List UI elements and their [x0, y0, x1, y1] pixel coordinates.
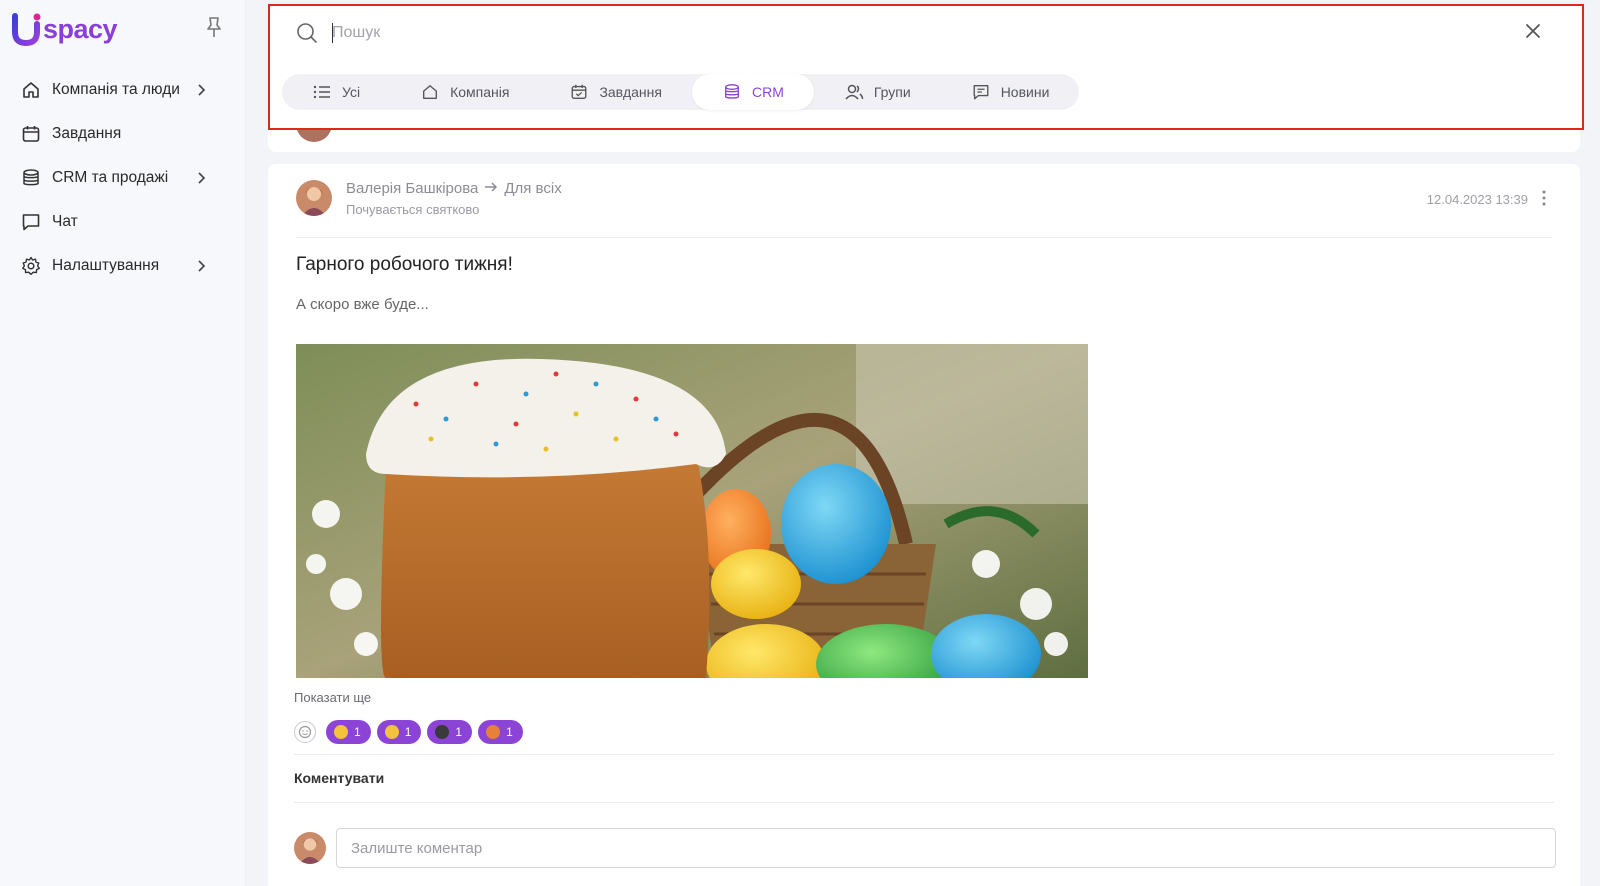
reaction-chip[interactable]: 1 — [326, 720, 371, 744]
tab-crm[interactable]: CRM — [691, 74, 814, 110]
sidebar-item-label: Налаштування — [52, 257, 160, 274]
sidebar-item-crm[interactable]: CRM та продажі — [0, 156, 246, 200]
database-icon — [722, 83, 742, 101]
sidebar-item-label: Завдання — [52, 125, 122, 142]
sidebar-item-company[interactable]: Компанія та люди — [0, 68, 246, 112]
sidebar: spacy Компанія та люди Завдання CRM та п… — [0, 0, 246, 886]
search-input[interactable] — [332, 16, 1432, 50]
comment-composer — [294, 828, 1556, 868]
comment-button[interactable]: Коментувати — [294, 770, 384, 786]
reaction-count: 1 — [404, 725, 412, 739]
chevron-right-icon — [196, 171, 206, 185]
reaction-chip[interactable]: 1 — [376, 720, 422, 744]
tab-news[interactable]: Новини — [941, 74, 1080, 110]
tab-all[interactable]: Усі — [282, 74, 390, 110]
post-mood: Почувається святково — [346, 202, 480, 217]
tab-label: Новини — [1000, 84, 1050, 100]
current-user-avatar — [294, 832, 326, 864]
reaction-count: 1 — [354, 725, 361, 739]
author-avatar[interactable] — [296, 180, 332, 216]
author-name[interactable]: Валерія Башкірова — [346, 180, 478, 197]
news-icon — [971, 83, 991, 101]
arrow-right-icon — [484, 180, 498, 197]
tab-company[interactable]: Компанія — [390, 74, 539, 110]
uspacy-logo[interactable]: spacy — [12, 12, 118, 47]
sunglasses-face-icon — [435, 725, 450, 739]
reactions-bar: 1 1 1 1 — [294, 720, 523, 744]
main-nav: Компанія та люди Завдання CRM та продажі — [0, 68, 246, 288]
post-text: А скоро вже буде... — [296, 296, 429, 313]
reaction-chip[interactable]: 1 — [478, 720, 523, 744]
divider — [294, 754, 1554, 755]
sidebar-item-label: Чат — [52, 213, 78, 230]
tab-groups[interactable]: Групи — [814, 74, 941, 110]
sidebar-item-label: CRM та продажі — [52, 169, 169, 186]
tab-label: Компанія — [450, 84, 510, 100]
pin-icon[interactable] — [204, 16, 224, 38]
tab-tasks[interactable]: Завдання — [539, 74, 692, 110]
sidebar-item-label: Компанія та люди — [52, 81, 180, 98]
news-feed: Валерія Башкірова Для всіх Почувається с… — [268, 0, 1580, 886]
chevron-right-icon — [196, 259, 206, 273]
grinning-face-icon — [334, 725, 348, 739]
home-icon — [420, 83, 440, 101]
party-face-icon — [486, 725, 501, 739]
post-title: Гарного робочого тижня! — [296, 254, 513, 275]
logo-text: spacy — [43, 13, 118, 44]
calendar-icon — [569, 83, 589, 101]
home-icon — [20, 79, 42, 101]
logo-mark-icon — [12, 12, 42, 47]
comment-input[interactable] — [336, 828, 1556, 868]
sidebar-item-settings[interactable]: Налаштування — [0, 244, 246, 288]
global-search-panel: Усі Компанія Завдання CRM Групи — [268, 4, 1584, 130]
post-date: 12.04.2023 13:39 — [1426, 192, 1528, 207]
gear-icon — [20, 255, 42, 277]
database-icon — [20, 167, 42, 189]
sidebar-item-tasks[interactable]: Завдання — [0, 112, 246, 156]
post-image[interactable] — [296, 344, 1088, 678]
tab-label: Усі — [342, 84, 361, 100]
more-options-icon[interactable] — [1538, 188, 1550, 208]
post-header: Валерія Башкірова Для всіх Почувається с… — [296, 180, 1552, 238]
post-audience[interactable]: Для всіх — [504, 180, 561, 197]
text-caret — [332, 23, 333, 43]
sidebar-item-chat[interactable]: Чат — [0, 200, 246, 244]
reaction-chip[interactable]: 1 — [427, 720, 473, 744]
show-more-link[interactable]: Показати ще — [294, 690, 371, 705]
tab-label: Групи — [873, 84, 911, 100]
divider — [294, 802, 1554, 803]
list-icon — [312, 83, 332, 101]
reaction-count: 1 — [506, 725, 513, 739]
tab-label: Завдання — [599, 84, 662, 100]
chat-icon — [20, 211, 42, 233]
tab-label: CRM — [751, 84, 784, 100]
calendar-icon — [20, 123, 42, 145]
add-reaction-icon[interactable] — [294, 721, 316, 743]
search-icon — [296, 22, 318, 44]
close-icon[interactable] — [1524, 22, 1542, 40]
reaction-count: 1 — [455, 725, 463, 739]
news-post: Валерія Башкірова Для всіх Почувається с… — [268, 164, 1580, 886]
post-author-line: Валерія Башкірова Для всіх — [346, 180, 562, 197]
chevron-right-icon — [196, 83, 206, 97]
search-filter-tabs: Усі Компанія Завдання CRM Групи Новини — [282, 74, 1080, 110]
kissing-face-icon — [384, 725, 399, 739]
users-icon — [844, 83, 864, 101]
